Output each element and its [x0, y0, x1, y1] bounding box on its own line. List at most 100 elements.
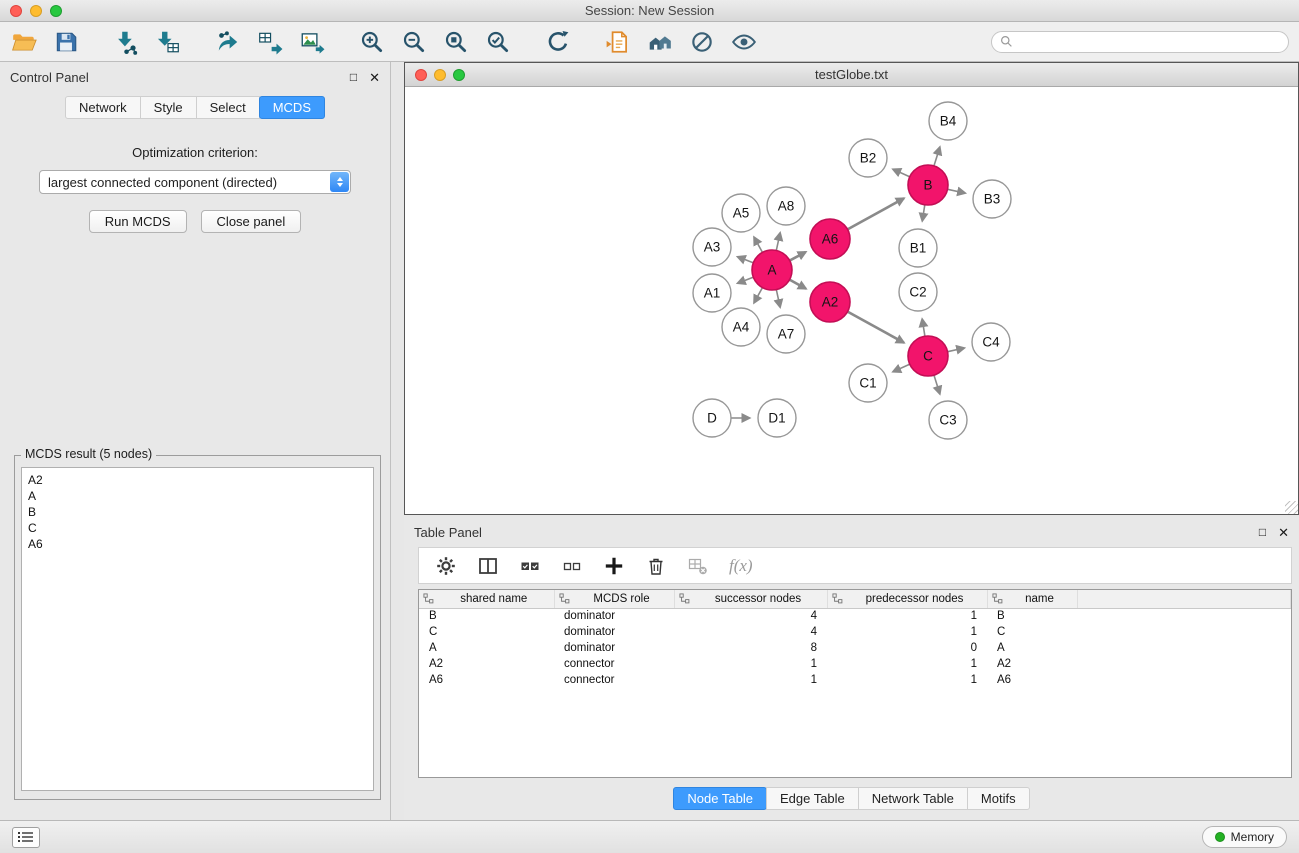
- network-edge-B-B3[interactable]: [947, 189, 965, 193]
- network-node-A8[interactable]: A8: [767, 187, 805, 225]
- result-item[interactable]: A6: [28, 536, 367, 552]
- network-edge-A-A3[interactable]: [738, 257, 754, 263]
- network-node-D1[interactable]: D1: [758, 399, 796, 437]
- float-table-panel-icon[interactable]: □: [1259, 526, 1266, 538]
- network-close-button[interactable]: [415, 69, 427, 81]
- trash-icon[interactable]: [645, 555, 667, 577]
- network-edge-C-C2[interactable]: [922, 319, 925, 337]
- close-panel-button[interactable]: Close panel: [201, 210, 302, 233]
- table-row[interactable]: Adominator80A: [419, 641, 1291, 657]
- network-edge-A-A5[interactable]: [754, 237, 763, 253]
- fit-columns-icon[interactable]: [477, 555, 499, 577]
- network-node-C1[interactable]: C1: [849, 364, 887, 402]
- tab-style[interactable]: Style: [140, 96, 197, 119]
- network-canvas[interactable]: B4B2BB3A5A8A6B1A3AC2A1A2A4A7C4CC1C3DD1: [405, 87, 1298, 514]
- table-row[interactable]: Bdominator41B: [419, 608, 1291, 625]
- zoom-fit-icon[interactable]: [442, 28, 470, 56]
- delete-table-icon[interactable]: [687, 555, 709, 577]
- network-zoom-button[interactable]: [453, 69, 465, 81]
- network-node-A5[interactable]: A5: [722, 194, 760, 232]
- deselect-all-rows-icon[interactable]: [561, 555, 583, 577]
- network-edge-B-B4[interactable]: [934, 147, 940, 166]
- select-all-rows-icon[interactable]: [519, 555, 541, 577]
- apply-layout-icon[interactable]: [544, 28, 572, 56]
- column-header-mcds-role[interactable]: MCDS role: [554, 590, 674, 608]
- show-hide-eye-icon[interactable]: [730, 28, 758, 56]
- network-node-C3[interactable]: C3: [929, 401, 967, 439]
- result-item[interactable]: A: [28, 488, 367, 504]
- run-mcds-button[interactable]: Run MCDS: [89, 210, 187, 233]
- network-minimize-button[interactable]: [434, 69, 446, 81]
- network-edge-B-B1[interactable]: [922, 204, 925, 221]
- table-row[interactable]: A2connector11A2: [419, 657, 1291, 673]
- memory-button[interactable]: Memory: [1202, 826, 1287, 848]
- network-canvas-area[interactable]: B4B2BB3A5A8A6B1A3AC2A1A2A4A7C4CC1C3DD1: [405, 87, 1298, 514]
- network-edge-C-C3[interactable]: [934, 375, 940, 394]
- network-edge-B-B2[interactable]: [893, 169, 910, 177]
- network-edge-A-A1[interactable]: [738, 277, 754, 283]
- float-panel-icon[interactable]: □: [350, 71, 357, 83]
- import-network-icon[interactable]: [112, 28, 140, 56]
- mcds-result-list[interactable]: A2ABCA6: [21, 467, 374, 791]
- network-edge-A-A4[interactable]: [754, 287, 763, 303]
- network-edge-C-C4[interactable]: [947, 348, 964, 352]
- tab-mcds[interactable]: MCDS: [259, 96, 325, 119]
- criterion-dropdown[interactable]: largest connected component (directed): [39, 170, 351, 194]
- table-row[interactable]: Cdominator41C: [419, 625, 1291, 641]
- network-node-A3[interactable]: A3: [693, 228, 731, 266]
- table-row[interactable]: A6connector11A6: [419, 673, 1291, 689]
- network-node-A4[interactable]: A4: [722, 308, 760, 346]
- task-history-button[interactable]: [12, 827, 40, 848]
- first-neighbors-icon[interactable]: [646, 28, 674, 56]
- network-node-C4[interactable]: C4: [972, 323, 1010, 361]
- network-node-B[interactable]: B: [908, 165, 948, 205]
- search-field[interactable]: [991, 31, 1289, 53]
- close-panel-icon[interactable]: ✕: [369, 71, 380, 84]
- network-snapshot-icon[interactable]: [604, 28, 632, 56]
- network-node-A[interactable]: A: [752, 250, 792, 290]
- import-table-icon[interactable]: [154, 28, 182, 56]
- network-edge-A2-C[interactable]: [847, 311, 904, 342]
- network-node-A7[interactable]: A7: [767, 315, 805, 353]
- network-node-B3[interactable]: B3: [973, 180, 1011, 218]
- network-node-A1[interactable]: A1: [693, 274, 731, 312]
- column-header-shared-name[interactable]: shared name: [419, 590, 554, 608]
- graphics-details-icon[interactable]: [688, 28, 716, 56]
- save-session-icon[interactable]: [52, 28, 80, 56]
- export-table-icon[interactable]: [256, 28, 284, 56]
- search-input[interactable]: [1018, 35, 1280, 49]
- result-item[interactable]: C: [28, 520, 367, 536]
- column-header-predecessor-nodes[interactable]: predecessor nodes: [827, 590, 987, 608]
- tab-select[interactable]: Select: [196, 96, 260, 119]
- resize-grip-icon[interactable]: [1285, 501, 1298, 514]
- network-node-D[interactable]: D: [693, 399, 731, 437]
- network-edge-A6-B[interactable]: [847, 198, 904, 229]
- network-node-C[interactable]: C: [908, 336, 948, 376]
- column-header-name[interactable]: name: [987, 590, 1077, 608]
- tab-edge-table[interactable]: Edge Table: [766, 787, 859, 810]
- zoom-out-icon[interactable]: [400, 28, 428, 56]
- close-window-button[interactable]: [10, 5, 22, 17]
- network-node-C2[interactable]: C2: [899, 273, 937, 311]
- zoom-window-button[interactable]: [50, 5, 62, 17]
- tab-motifs[interactable]: Motifs: [967, 787, 1030, 810]
- tab-network[interactable]: Network: [65, 96, 141, 119]
- network-edge-C-C1[interactable]: [893, 364, 910, 372]
- network-node-B1[interactable]: B1: [899, 229, 937, 267]
- network-node-A2[interactable]: A2: [810, 282, 850, 322]
- open-folder-icon[interactable]: [10, 28, 38, 56]
- export-network-icon[interactable]: [214, 28, 242, 56]
- tab-node-table[interactable]: Node Table: [673, 787, 767, 810]
- network-edge-A-A2[interactable]: [789, 279, 806, 288]
- result-item[interactable]: B: [28, 504, 367, 520]
- network-edge-A-A8[interactable]: [776, 233, 780, 251]
- function-builder-icon[interactable]: f(x): [729, 556, 753, 576]
- network-edge-A-A6[interactable]: [789, 252, 806, 261]
- export-image-icon[interactable]: [298, 28, 326, 56]
- column-header-successor-nodes[interactable]: successor nodes: [674, 590, 827, 608]
- minimize-window-button[interactable]: [30, 5, 42, 17]
- zoom-in-icon[interactable]: [358, 28, 386, 56]
- close-table-panel-icon[interactable]: ✕: [1278, 526, 1289, 539]
- network-node-B2[interactable]: B2: [849, 139, 887, 177]
- network-node-B4[interactable]: B4: [929, 102, 967, 140]
